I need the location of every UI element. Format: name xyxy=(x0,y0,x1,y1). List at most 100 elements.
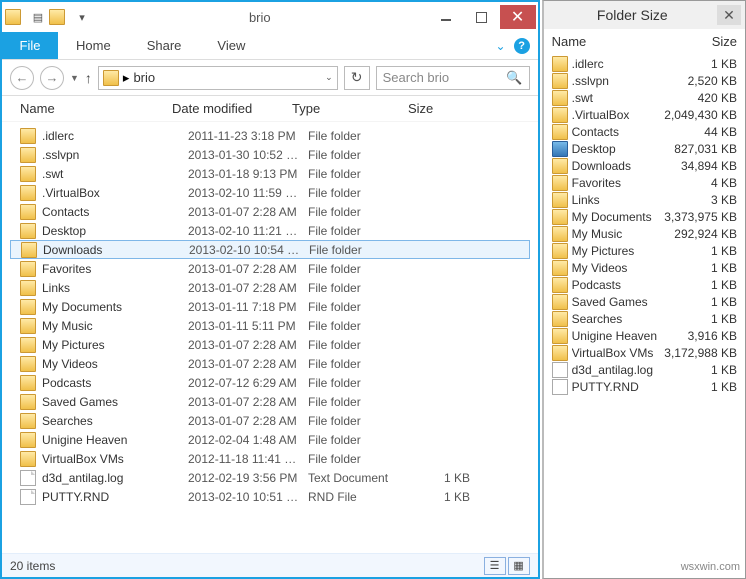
list-item[interactable]: Searches 2013-01-07 2:28 AM File folder xyxy=(10,411,530,430)
side-item-size: 1 KB xyxy=(657,363,737,377)
item-name: Searches xyxy=(42,414,188,428)
side-list-item[interactable]: .idlerc 1 KB xyxy=(552,55,737,72)
list-item[interactable]: .VirtualBox 2013-02-10 11:59 … File fold… xyxy=(10,183,530,202)
up-button[interactable]: ↑ xyxy=(85,70,92,86)
item-type: File folder xyxy=(308,148,424,162)
close-button[interactable]: ✕ xyxy=(500,5,536,29)
side-item-name: Desktop xyxy=(572,142,657,156)
breadcrumb[interactable]: brio xyxy=(133,70,155,85)
maximize-button[interactable] xyxy=(464,5,500,29)
folder-icon xyxy=(20,147,36,163)
side-list-item[interactable]: VirtualBox VMs 3,172,988 KB xyxy=(552,344,737,361)
side-close-button[interactable]: ✕ xyxy=(717,5,741,25)
item-type: RND File xyxy=(308,490,424,504)
side-list-item[interactable]: .VirtualBox 2,049,430 KB xyxy=(552,106,737,123)
back-button[interactable]: ← xyxy=(10,66,34,90)
side-list-item[interactable]: My Videos 1 KB xyxy=(552,259,737,276)
item-date: 2013-01-07 2:28 AM xyxy=(188,262,308,276)
breadcrumb-sep[interactable]: ▸ xyxy=(123,70,130,86)
side-item-size: 1 KB xyxy=(657,261,737,275)
list-item[interactable]: VirtualBox VMs 2012-11-18 11:41 … File f… xyxy=(10,449,530,468)
list-item[interactable]: Favorites 2013-01-07 2:28 AM File folder xyxy=(10,259,530,278)
side-column-headers[interactable]: Name Size xyxy=(544,29,745,53)
history-dropdown-icon[interactable]: ▼ xyxy=(70,73,79,83)
item-date: 2013-02-10 10:54 … xyxy=(189,243,309,257)
folder-icon xyxy=(552,243,568,259)
column-size[interactable]: Size xyxy=(408,101,538,116)
side-item-size: 420 KB xyxy=(657,91,737,105)
address-bar[interactable]: ▸ brio ⌄ xyxy=(98,66,338,90)
qat-newfolder-icon[interactable] xyxy=(50,7,70,27)
list-item[interactable]: Podcasts 2012-07-12 6:29 AM File folder xyxy=(10,373,530,392)
side-list-item[interactable]: d3d_antilag.log 1 KB xyxy=(552,361,737,378)
side-item-name: My Documents xyxy=(572,210,657,224)
tab-file[interactable]: File xyxy=(2,32,58,59)
minimize-button[interactable] xyxy=(428,5,464,29)
tab-share[interactable]: Share xyxy=(129,32,200,59)
side-list[interactable]: .idlerc 1 KB .sslvpn 2,520 KB .swt 420 K… xyxy=(544,53,745,578)
side-titlebar[interactable]: Folder Size ✕ xyxy=(544,1,745,29)
navbar: ← → ▼ ↑ ▸ brio ⌄ ↻ Search brio 🔍 xyxy=(2,60,538,96)
side-list-item[interactable]: Saved Games 1 KB xyxy=(552,293,737,310)
side-column-size[interactable]: Size xyxy=(657,34,737,49)
folder-icon xyxy=(552,328,568,344)
item-type: File folder xyxy=(308,376,424,390)
item-date: 2013-01-07 2:28 AM xyxy=(188,338,308,352)
item-date: 2013-02-10 11:59 … xyxy=(188,186,308,200)
list-item[interactable]: PUTTY.RND 2013-02-10 10:51 … RND File 1 … xyxy=(10,487,530,506)
list-item[interactable]: Links 2013-01-07 2:28 AM File folder xyxy=(10,278,530,297)
side-list-item[interactable]: My Music 292,924 KB xyxy=(552,225,737,242)
side-list-item[interactable]: Desktop 827,031 KB xyxy=(552,140,737,157)
titlebar[interactable]: ▤ ▾ brio ✕ xyxy=(2,2,538,32)
side-list-item[interactable]: Favorites 4 KB xyxy=(552,174,737,191)
item-type: File folder xyxy=(308,452,424,466)
side-list-item[interactable]: Podcasts 1 KB xyxy=(552,276,737,293)
side-list-item[interactable]: .sslvpn 2,520 KB xyxy=(552,72,737,89)
refresh-button[interactable]: ↻ xyxy=(344,66,370,90)
view-icons-button[interactable]: ▦ xyxy=(508,557,530,575)
list-item[interactable]: Unigine Heaven 2012-02-04 1:48 AM File f… xyxy=(10,430,530,449)
list-item[interactable]: My Documents 2013-01-11 7:18 PM File fol… xyxy=(10,297,530,316)
search-input[interactable]: Search brio 🔍 xyxy=(376,66,530,90)
forward-button[interactable]: → xyxy=(40,66,64,90)
side-list-item[interactable]: My Documents 3,373,975 KB xyxy=(552,208,737,225)
column-headers[interactable]: Name Date modified Type Size xyxy=(2,96,538,122)
list-item[interactable]: Contacts 2013-01-07 2:28 AM File folder xyxy=(10,202,530,221)
side-list-item[interactable]: PUTTY.RND 1 KB xyxy=(552,378,737,395)
view-details-button[interactable]: ☰ xyxy=(484,557,506,575)
folder-icon xyxy=(20,185,36,201)
item-name: Links xyxy=(42,281,188,295)
list-item[interactable]: d3d_antilag.log 2012-02-19 3:56 PM Text … xyxy=(10,468,530,487)
list-item[interactable]: My Music 2013-01-11 5:11 PM File folder xyxy=(10,316,530,335)
side-list-item[interactable]: Downloads 34,894 KB xyxy=(552,157,737,174)
side-column-name[interactable]: Name xyxy=(552,34,657,49)
list-item[interactable]: My Videos 2013-01-07 2:28 AM File folder xyxy=(10,354,530,373)
side-list-item[interactable]: Unigine Heaven 3,916 KB xyxy=(552,327,737,344)
side-list-item[interactable]: Links 3 KB xyxy=(552,191,737,208)
app-icon[interactable] xyxy=(6,7,26,27)
list-item[interactable]: .sslvpn 2013-01-30 10:52 … File folder xyxy=(10,145,530,164)
qat-dropdown-icon[interactable]: ▾ xyxy=(72,7,92,27)
list-item[interactable]: Desktop 2013-02-10 11:21 … File folder xyxy=(10,221,530,240)
qat-properties-icon[interactable]: ▤ xyxy=(28,7,48,27)
list-item[interactable]: My Pictures 2013-01-07 2:28 AM File fold… xyxy=(10,335,530,354)
ribbon-expand-icon[interactable]: ⌄ xyxy=(496,39,506,53)
side-list-item[interactable]: Searches 1 KB xyxy=(552,310,737,327)
file-list[interactable]: .idlerc 2011-11-23 3:18 PM File folder .… xyxy=(2,122,538,553)
item-name: My Music xyxy=(42,319,188,333)
tab-home[interactable]: Home xyxy=(58,32,129,59)
column-date[interactable]: Date modified xyxy=(172,101,292,116)
side-list-item[interactable]: Contacts 44 KB xyxy=(552,123,737,140)
help-icon[interactable]: ? xyxy=(514,38,530,54)
list-item[interactable]: .idlerc 2011-11-23 3:18 PM File folder xyxy=(10,126,530,145)
list-item[interactable]: Downloads 2013-02-10 10:54 … File folder xyxy=(10,240,530,259)
side-list-item[interactable]: My Pictures 1 KB xyxy=(552,242,737,259)
column-type[interactable]: Type xyxy=(292,101,408,116)
item-size: 1 KB xyxy=(424,471,470,485)
address-dropdown-icon[interactable]: ⌄ xyxy=(325,72,333,83)
tab-view[interactable]: View xyxy=(199,32,263,59)
side-list-item[interactable]: .swt 420 KB xyxy=(552,89,737,106)
list-item[interactable]: .swt 2013-01-18 9:13 PM File folder xyxy=(10,164,530,183)
column-name[interactable]: Name xyxy=(20,101,172,116)
list-item[interactable]: Saved Games 2013-01-07 2:28 AM File fold… xyxy=(10,392,530,411)
